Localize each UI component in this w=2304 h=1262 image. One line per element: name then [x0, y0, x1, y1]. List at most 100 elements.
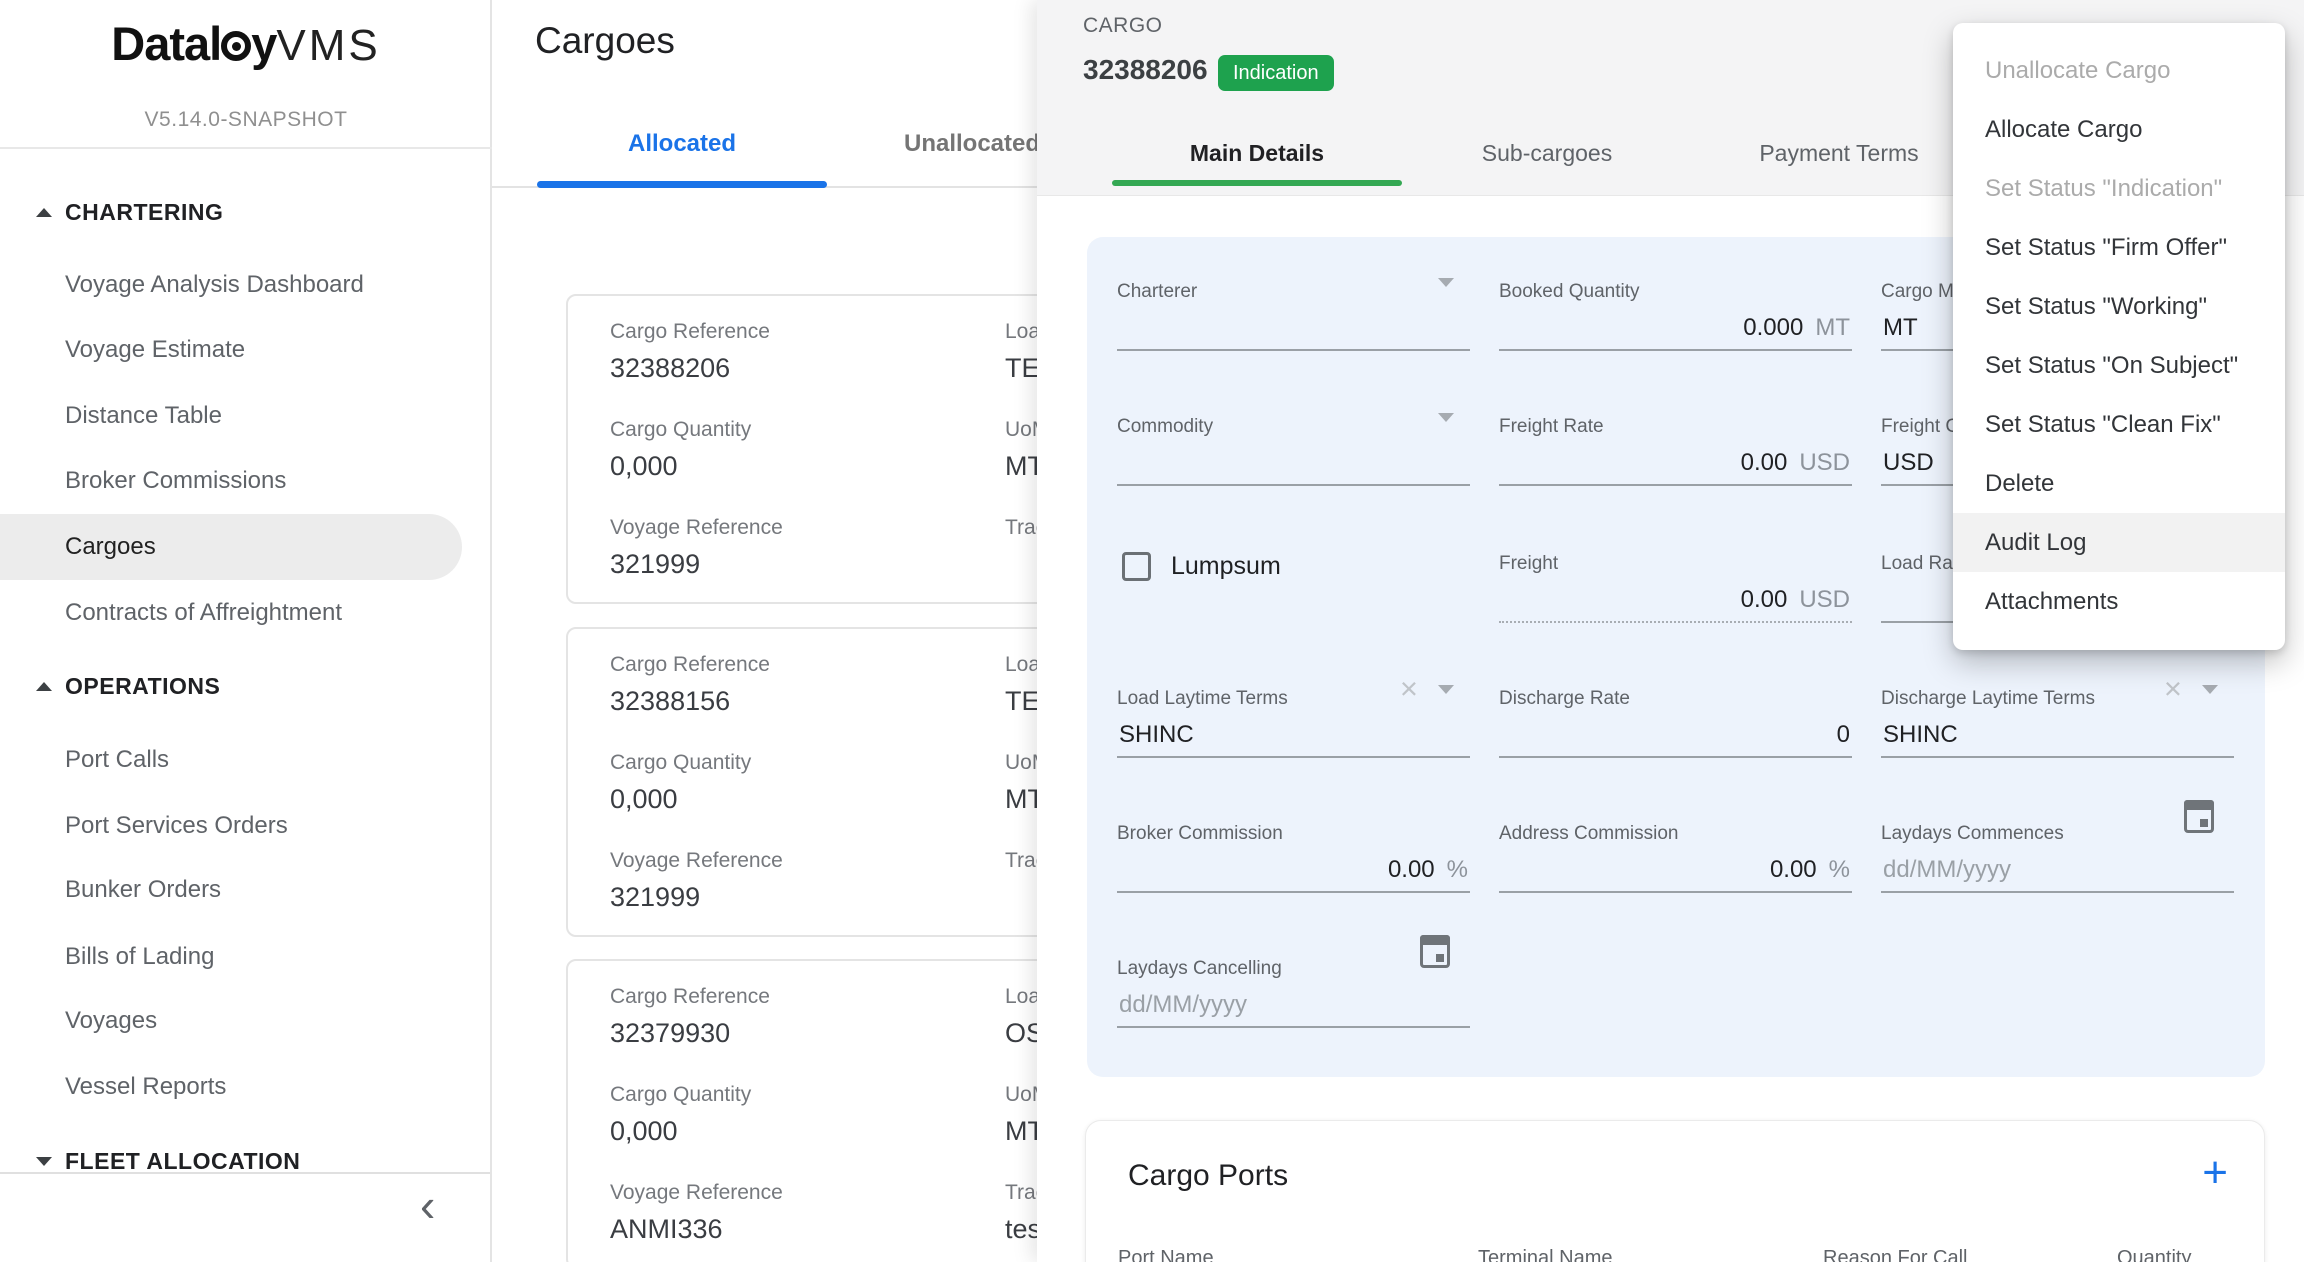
field-unit: USD — [1799, 586, 1850, 614]
field-unit: % — [1447, 856, 1468, 884]
sidebar-item-contracts-of-affreightment[interactable]: Contracts of Affreightment — [0, 580, 492, 646]
checkbox-icon[interactable] — [1122, 552, 1151, 581]
field-label: Laydays Commences — [1881, 823, 2234, 845]
collapse-up-icon — [36, 682, 52, 691]
field-unit: % — [1829, 856, 1850, 884]
page-title: Cargoes — [535, 20, 675, 62]
freight-rate-field[interactable]: Freight Rate 0.00USD — [1499, 416, 1852, 438]
field-value: 0.00 — [1741, 586, 1788, 614]
collapse-sidebar-icon[interactable]: ‹ — [420, 1182, 435, 1228]
field-value: 0 — [1837, 721, 1850, 749]
laydays-cancelling-field[interactable]: Laydays Cancelling dd/MM/yyyy — [1117, 958, 1470, 980]
cargo-reference-heading: 32388206 — [1083, 54, 1208, 86]
field-value: 0.000 — [1743, 314, 1803, 342]
menu-item-unallocate-cargo: Unallocate Cargo — [1953, 41, 2285, 100]
collapse-up-icon — [36, 208, 52, 217]
section-label: FLEET ALLOCATION — [65, 1148, 300, 1175]
laydays-commences-field[interactable]: Laydays Commences dd/MM/yyyy — [1881, 823, 2234, 845]
card-field-label: Cargo Quantity — [610, 751, 751, 775]
tab-allocated[interactable]: Allocated — [537, 130, 827, 158]
app-logo: DataloyDatalyVMS — [0, 16, 492, 71]
status-badge: Indication — [1218, 55, 1334, 91]
add-cargo-port-button[interactable]: + — [2202, 1151, 2228, 1195]
card-field-label: Voyage Reference — [610, 1181, 783, 1205]
sidebar-divider — [0, 147, 492, 149]
card-field-value: ANMI336 — [610, 1213, 783, 1245]
clear-icon[interactable]: × — [2164, 673, 2182, 704]
card-field-value: 321999 — [610, 881, 783, 913]
menu-item-attachments[interactable]: Attachments — [1953, 572, 2285, 631]
field-value: MT — [1883, 314, 1918, 342]
lumpsum-checkbox[interactable]: Lumpsum — [1122, 552, 1281, 581]
field-label: Freight — [1499, 553, 1852, 575]
card-field-label: Voyage Reference — [610, 849, 783, 873]
cargo-ports-title: Cargo Ports — [1128, 1159, 1288, 1193]
chevron-down-icon[interactable] — [1438, 413, 1454, 422]
sidebar-item-port-services-orders[interactable]: Port Services Orders — [0, 793, 492, 859]
discharge-laytime-terms-field[interactable]: Discharge Laytime Terms SHINC × — [1881, 688, 2234, 710]
menu-item-set-status-clean-fix[interactable]: Set Status "Clean Fix" — [1953, 395, 2285, 454]
booked-quantity-field[interactable]: Booked Quantity 0.000MT — [1499, 281, 1852, 303]
tab-sub-cargoes[interactable]: Sub-cargoes — [1402, 140, 1692, 167]
sidebar-item-bunker-orders[interactable]: Bunker Orders — [0, 857, 492, 923]
menu-item-allocate-cargo[interactable]: Allocate Cargo — [1953, 100, 2285, 159]
menu-item-set-status-working[interactable]: Set Status "Working" — [1953, 277, 2285, 336]
field-placeholder: dd/MM/yyyy — [1883, 856, 2011, 884]
field-label: Booked Quantity — [1499, 281, 1852, 303]
charterer-field[interactable]: Charterer — [1117, 281, 1470, 303]
sidebar-item-cargoes[interactable]: Cargoes — [0, 514, 492, 580]
active-panel-tab-underline — [1112, 180, 1402, 186]
address-commission-field[interactable]: Address Commission 0.00% — [1499, 823, 1852, 845]
commodity-field[interactable]: Commodity — [1117, 416, 1470, 438]
sidebar-item-broker-commissions[interactable]: Broker Commissions — [0, 448, 492, 514]
calendar-icon[interactable] — [2184, 800, 2214, 833]
card-field-label: Voyage Reference — [610, 516, 783, 540]
discharge-rate-field[interactable]: Discharge Rate 0 — [1499, 688, 1852, 710]
chevron-down-icon[interactable] — [1438, 685, 1454, 694]
sidebar-item-port-calls[interactable]: Port Calls — [0, 727, 492, 793]
sidebar-item-distance-table[interactable]: Distance Table — [0, 383, 492, 449]
checkbox-label: Lumpsum — [1171, 552, 1281, 581]
sidebar-item-vessel-reports[interactable]: Vessel Reports — [0, 1054, 492, 1120]
sidebar-section-operations[interactable]: OPERATIONS — [0, 670, 492, 702]
sidebar-item-voyage-estimate[interactable]: Voyage Estimate — [0, 317, 492, 383]
card-field-value: 32379930 — [610, 1017, 770, 1049]
field-value: SHINC — [1883, 721, 1958, 749]
card-field-label: Cargo Reference — [610, 320, 770, 344]
chevron-down-icon[interactable] — [2202, 685, 2218, 694]
tab-payment-terms[interactable]: Payment Terms — [1694, 140, 1984, 167]
clear-icon[interactable]: × — [1400, 673, 1418, 704]
field-value: 0.00 — [1770, 856, 1817, 884]
sidebar: DataloyDatalyVMS V5.14.0-SNAPSHOT CHARTE… — [0, 0, 492, 1262]
field-placeholder: dd/MM/yyyy — [1119, 991, 1247, 1019]
chevron-down-icon[interactable] — [1438, 278, 1454, 287]
broker-commission-field[interactable]: Broker Commission 0.00% — [1117, 823, 1470, 845]
freight-field[interactable]: Freight 0.00USD — [1499, 553, 1852, 575]
tab-main-details[interactable]: Main Details — [1112, 140, 1402, 167]
sidebar-item-bills-of-lading[interactable]: Bills of Lading — [0, 924, 492, 990]
load-laytime-terms-field[interactable]: Load Laytime Terms SHINC × — [1117, 688, 1470, 710]
logo-o-icon — [221, 31, 251, 61]
menu-item-set-status-on-subject[interactable]: Set Status "On Subject" — [1953, 336, 2285, 395]
calendar-icon[interactable] — [1420, 935, 1450, 968]
collapse-down-icon — [36, 1157, 52, 1166]
card-field-value: 0,000 — [610, 450, 751, 482]
section-label: OPERATIONS — [65, 673, 220, 700]
field-label: Address Commission — [1499, 823, 1852, 845]
field-unit: USD — [1799, 449, 1850, 477]
cargo-ports-section: Cargo Ports + Port Name Terminal Name Re… — [1085, 1120, 2265, 1262]
sidebar-item-voyage-analysis-dashboard[interactable]: Voyage Analysis Dashboard — [0, 252, 492, 318]
menu-item-delete[interactable]: Delete — [1953, 454, 2285, 513]
field-value: USD — [1883, 449, 1934, 477]
column-header-reason-for-call: Reason For Call — [1823, 1247, 1968, 1262]
sidebar-item-voyages[interactable]: Voyages — [0, 988, 492, 1054]
field-label: Freight Rate — [1499, 416, 1852, 438]
menu-item-audit-log[interactable]: Audit Log — [1953, 513, 2285, 572]
card-field-label: Cargo Quantity — [610, 418, 751, 442]
cargo-actions-menu: Unallocate Cargo Allocate Cargo Set Stat… — [1953, 23, 2285, 650]
menu-item-set-status-firm-offer[interactable]: Set Status "Firm Offer" — [1953, 218, 2285, 277]
sidebar-section-chartering[interactable]: CHARTERING — [0, 196, 492, 228]
card-field-value: 32388156 — [610, 685, 770, 717]
card-field-value: 32388206 — [610, 352, 770, 384]
field-value: SHINC — [1119, 721, 1194, 749]
